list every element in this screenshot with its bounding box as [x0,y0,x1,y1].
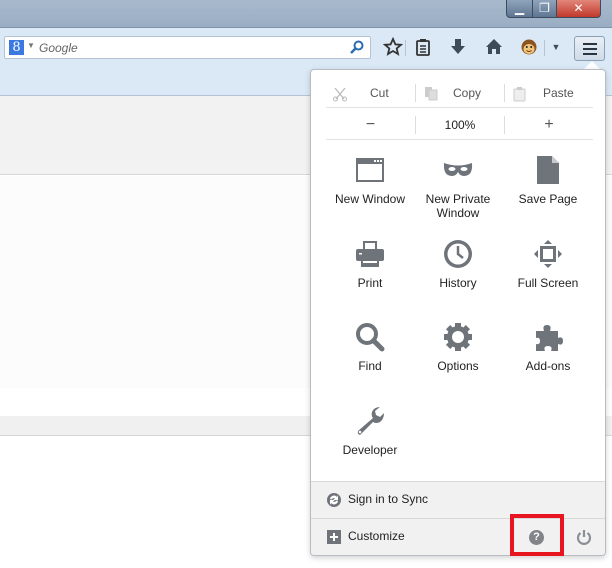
search-box[interactable]: 8 ▼ [4,36,371,59]
dropdown-caret-icon[interactable]: ▼ [545,36,567,58]
toolbar-separator [405,40,406,56]
copy-icon [424,85,440,111]
clock-icon [442,238,474,270]
fullscreen-icon [532,238,564,270]
hamburger-menu-icon [583,43,597,45]
save-page-label: Save Page [518,192,578,206]
copy-button[interactable]: Copy [416,80,504,107]
puzzle-icon [532,321,564,353]
zoom-reset-button[interactable]: 100% [416,112,504,139]
print-label: Print [357,276,383,290]
options-button[interactable]: Options [414,321,502,373]
new-window-icon [354,154,386,186]
printer-icon [354,238,386,270]
menu-panel: Cut Copy Paste − 100% + New Window New P… [310,69,606,556]
title-bar: ▁ ❐ ✕ [0,0,612,28]
search-icon[interactable] [349,39,365,55]
open-menu-button[interactable] [574,36,605,61]
private-mask-icon [442,154,474,186]
close-icon: ✕ [573,1,584,15]
full-screen-button[interactable]: Full Screen [504,238,592,290]
save-page-icon [532,154,564,186]
developer-button[interactable]: Developer [326,405,414,457]
bookmark-star-icon[interactable] [382,36,404,58]
monkey-addon-icon[interactable] [518,36,540,58]
history-button[interactable]: History [414,238,502,290]
developer-label: Developer [342,443,398,457]
minimize-button[interactable]: ▁ [506,0,533,18]
edit-controls: Cut Copy Paste [326,80,593,108]
sync-icon [326,492,342,513]
sign-in-to-sync-label: Sign in to Sync [348,492,429,506]
find-button[interactable]: Find [326,321,414,373]
engine-dropdown-icon[interactable]: ▼ [27,41,35,50]
new-window-label: New Window [334,192,406,206]
restore-button[interactable]: ❐ [532,0,557,18]
copy-label: Copy [453,86,482,100]
gear-icon [442,321,474,353]
paste-button[interactable]: Paste [505,80,593,107]
zoom-controls: − 100% + [326,112,593,140]
wrench-icon [354,405,386,437]
quit-button[interactable] [569,525,599,551]
history-label: History [439,276,477,290]
print-button[interactable]: Print [326,238,414,290]
scissors-icon [332,85,348,111]
cut-label: Cut [370,86,389,100]
zoom-in-button[interactable]: + [505,112,593,139]
help-highlight-annotation [510,514,564,556]
paste-label: Paste [543,86,574,100]
add-ons-button[interactable]: Add-ons [504,321,592,373]
home-icon[interactable] [483,36,505,58]
magnifier-icon [354,321,386,353]
download-icon[interactable] [447,36,469,58]
reading-list-icon[interactable] [412,36,434,58]
paste-icon [513,85,527,111]
new-private-window-label: New Private Window [425,192,491,220]
zoom-out-button[interactable]: − [326,112,415,139]
new-private-window-button[interactable]: New Private Window [414,154,502,220]
new-window-button[interactable]: New Window [326,154,414,206]
find-label: Find [358,359,382,373]
customize-button[interactable]: Customize [311,519,491,555]
google-engine-icon[interactable]: 8 [9,40,24,55]
add-ons-label: Add-ons [525,359,571,373]
cut-button[interactable]: Cut [326,80,415,107]
minimize-icon: ▁ [514,1,525,15]
close-button[interactable]: ✕ [556,0,601,18]
hamburger-line [583,48,597,50]
sign-in-to-sync-button[interactable]: Sign in to Sync [311,481,605,518]
restore-icon: ❐ [539,1,550,15]
save-page-button[interactable]: Save Page [504,154,592,206]
power-icon [576,529,592,550]
options-label: Options [437,359,479,373]
full-screen-label: Full Screen [517,276,579,290]
search-input[interactable] [39,39,339,56]
hamburger-line [583,53,597,55]
customize-label: Customize [348,529,405,543]
plus-square-icon [327,530,341,544]
